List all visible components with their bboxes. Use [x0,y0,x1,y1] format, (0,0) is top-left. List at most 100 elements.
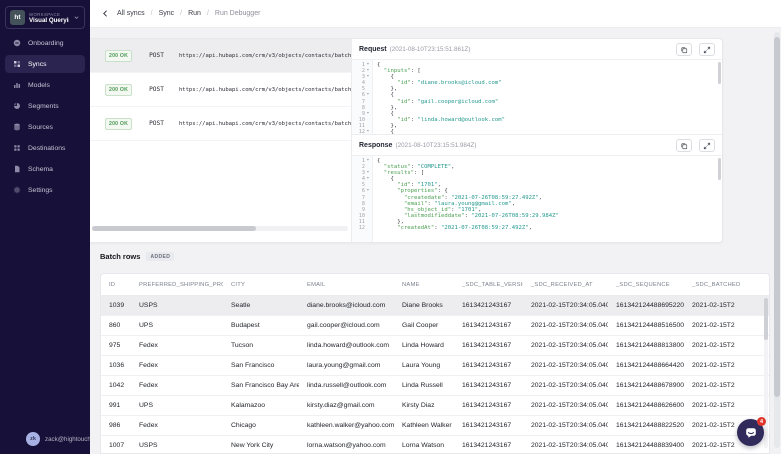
sidebar-item-label: Schema [28,166,53,173]
code-scrollbar-thumb[interactable] [718,62,721,84]
request-row[interactable]: 200 OKPOSThttps://api.hubapi.com/crm/v3/… [90,39,351,73]
fold-toggle-icon[interactable]: ▾ [365,158,371,164]
table-row[interactable]: 1042FedexSan Francisco Bay Arealinda.rus… [101,376,769,396]
sidebar-item-segments[interactable]: Segments [5,97,85,115]
main-area: All syncs/Sync/Run/Run Debugger 200 OKPO… [90,0,781,454]
table-cell: Tucson [223,342,299,349]
chevron-down-icon [73,14,80,21]
table-cell: Fedex [131,382,223,389]
table-cell: San Francisco [223,362,299,369]
scrollbar-thumb[interactable] [92,226,256,231]
table-cell: 2021-02-15T2 [684,382,766,389]
sidebar-item-label: Settings [28,187,53,194]
code-scrollbar-thumb[interactable] [718,158,721,180]
breadcrumb-separator: / [207,10,209,17]
sidebar-item-settings[interactable]: Settings [5,181,85,199]
table-row[interactable]: 986FedexChicagokathleen.walker@yahoo.com… [101,416,769,436]
table-cell: 1613421244886644200 [608,362,684,369]
table-cell: Lorna Watson [394,442,454,449]
horizontal-scrollbar[interactable] [92,226,348,231]
expand-response-button[interactable] [699,139,715,152]
sidebar-item-destinations[interactable]: Destinations [5,139,85,157]
table-cell: San Francisco Bay Area [223,382,299,389]
table-row[interactable]: 975FedexTucsonlinda.howard@outlook.comLi… [101,336,769,356]
batch-rows-table: IDPREFERRED_SHIPPING_PROVIDERCITYEMAILNA… [100,273,770,454]
table-row[interactable]: 860UPSBudapestgail.cooper@icloud.comGail… [101,316,769,336]
table-cell: 1613421244888394000 [608,442,684,449]
workspace-name: Visual Querying D... [29,17,69,24]
request-json: { "inputs": [ { "id": "diane.brooks@iclo… [373,60,722,134]
breadcrumb-item[interactable]: Run [188,10,201,17]
request-method: POST [149,120,164,127]
column-header: EMAIL [299,282,394,288]
response-panel-header: Response (2021-08-10T23:15:51.984Z) [352,135,722,156]
table-cell: 2021-02-15T2 [684,342,766,349]
sidebar-item-models[interactable]: Models [5,76,85,94]
status-badge: 200 OK [105,84,132,96]
workspace-meta: WORKSPACE Visual Querying D... [29,12,69,24]
fold-toggle-icon[interactable]: ▾ [365,111,371,117]
sidebar-item-schema[interactable]: Schema [5,160,85,178]
request-code[interactable]: 1▾2▾3▾456▾789▾101112▾ { "inputs": [ { "i… [352,60,722,134]
sidebar-nav: Onboarding Syncs Models Segments Sources Dest… [0,34,90,199]
table-cell: USPS [131,302,223,309]
sidebar-item-sources[interactable]: Sources [5,118,85,136]
column-header: _SDC_RECEIVED_AT [523,282,608,288]
copy-response-button[interactable] [676,139,692,152]
request-list: 200 OKPOSThttps://api.hubapi.com/crm/v3/… [90,39,352,242]
fold-toggle-icon[interactable]: ▾ [365,129,371,134]
schema-icon [13,165,21,173]
table-cell: diane.brooks@icloud.com [299,302,394,309]
workspace-switcher[interactable]: ht WORKSPACE Visual Querying D... [5,6,85,29]
table-cell: 1039 [101,302,131,309]
table-cell: 1042 [101,382,131,389]
segments-icon [13,102,21,110]
table-cell: 991 [101,402,131,409]
table-scrollbar[interactable] [764,298,768,448]
request-row[interactable]: 200 OKPOSThttps://api.hubapi.com/crm/v3/… [90,73,351,107]
fold-toggle-icon[interactable]: ▾ [365,92,371,98]
table-cell: Kathleen Walker [394,422,454,429]
table-cell: Gail Cooper [394,322,454,329]
sidebar-item-label: Sources [28,124,53,131]
table-cell: 1613421243167 [454,322,523,329]
request-method: POST [149,52,164,59]
table-cell: Linda Russell [394,382,454,389]
scrollbar-thumb[interactable] [764,298,768,340]
chat-icon [744,426,758,440]
sidebar-item-syncs[interactable]: Syncs [5,55,85,73]
table-cell: linda.russell@outlook.com [299,382,394,389]
fold-toggle-icon[interactable]: ▾ [365,74,371,80]
response-code[interactable]: 1▾23▾4▾56▾789101112 { "status": "COMPLET… [352,156,722,242]
page-scrollbar[interactable] [774,32,780,448]
scrollbar-thumb[interactable] [774,37,780,397]
breadcrumb-item[interactable]: All syncs [117,10,145,17]
expand-request-button[interactable] [699,43,715,56]
table-cell: 1613421243167 [454,402,523,409]
table-cell: 860 [101,322,131,329]
table-cell: Linda Howard [394,342,454,349]
breadcrumb-item[interactable]: Sync [159,10,175,17]
batch-rows-header: Batch rows ADDED [100,252,174,261]
line-number-gutter: 1▾2▾3▾456▾789▾101112▾ [352,60,373,134]
batch-table-header: IDPREFERRED_SHIPPING_PROVIDERCITYEMAILNA… [101,274,769,296]
fold-toggle-icon[interactable]: ▾ [365,176,371,182]
back-chevron-icon[interactable] [101,9,110,18]
table-cell: 1613421244886266000 [608,402,684,409]
table-row[interactable]: 1036FedexSan Franciscolaura.young@gmail.… [101,356,769,376]
table-row[interactable]: 991UPSKalamazookirsty.diaz@gmail.comKirs… [101,396,769,416]
table-row[interactable]: 1039USPSSeatlediane.brooks@icloud.comDia… [101,296,769,316]
table-row[interactable]: 1007USPSNew York Citylorna.watson@yahoo.… [101,436,769,454]
sidebar-item-onboarding[interactable]: Onboarding [5,34,85,52]
request-row[interactable]: 200 OKPOSThttps://api.hubapi.com/crm/v3/… [90,107,351,141]
chat-launcher[interactable]: 4 [737,419,764,446]
copy-request-button[interactable] [676,43,692,56]
table-cell: 1007 [101,442,131,449]
user-menu[interactable]: zk zack@hightouch.io [0,432,90,446]
response-json: { "status": "COMPLETE", "results": [ { "… [373,156,722,242]
table-cell: 2021-02-15T2 [684,302,766,309]
table-cell: Fedex [131,362,223,369]
fold-toggle-icon[interactable]: ▾ [365,188,371,194]
table-cell: kathleen.walker@yahoo.com [299,422,394,429]
table-cell: Fedex [131,342,223,349]
